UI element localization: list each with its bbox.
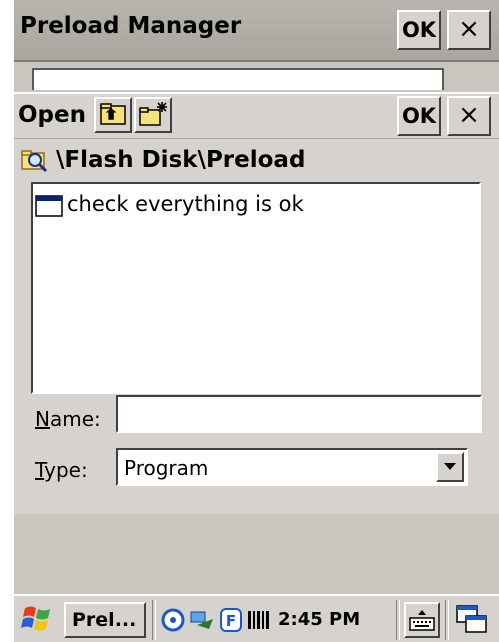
dialog-title: Open — [18, 102, 86, 128]
name-input[interactable] — [116, 395, 482, 433]
file-list[interactable]: check everything is ok — [31, 182, 481, 394]
connection-icon[interactable] — [189, 607, 215, 633]
outer-partial-field — [32, 68, 444, 90]
network-status-icon[interactable] — [160, 607, 186, 633]
dialog-title-bar: Open OK × — [14, 94, 499, 139]
start-windows-flag-icon[interactable] — [20, 602, 56, 636]
device-screen: Preload Manager OK × Open OK × \Flash Di… — [14, 0, 499, 642]
dialog-close-button[interactable]: × — [447, 96, 491, 136]
taskbar: Prel... F 2:45 PM — [14, 594, 499, 642]
type-select[interactable]: Program — [116, 448, 468, 486]
folder-search-icon — [21, 150, 48, 173]
outer-window-title: Preload Manager — [20, 13, 242, 39]
outer-title-bar: Preload Manager OK × — [14, 0, 499, 62]
file-icon — [35, 195, 63, 217]
taskbar-divider — [152, 600, 156, 640]
clock[interactable]: 2:45 PM — [278, 609, 360, 630]
up-folder-icon — [100, 103, 126, 125]
outer-ok-button[interactable]: OK — [397, 10, 441, 50]
new-folder-button[interactable] — [134, 97, 172, 133]
svg-text:F: F — [226, 612, 236, 630]
new-folder-icon — [139, 102, 167, 126]
path-text: \Flash Disk\Preload — [56, 147, 306, 173]
type-dropdown-button[interactable] — [436, 452, 464, 482]
type-value: Program — [124, 456, 209, 480]
chevron-down-icon — [444, 463, 456, 470]
barcode-scanner-icon[interactable] — [247, 609, 271, 631]
type-label: Type: — [35, 458, 88, 482]
taskbar-divider — [396, 600, 400, 640]
dialog-ok-button[interactable]: OK — [397, 96, 441, 136]
up-folder-button[interactable] — [94, 97, 132, 133]
file-name: check everything is ok — [67, 192, 304, 216]
outer-close-button[interactable]: × — [447, 10, 491, 50]
input-panel-button[interactable] — [404, 602, 440, 638]
function-key-icon[interactable]: F — [220, 608, 242, 632]
task-button-preload[interactable]: Prel... — [64, 602, 146, 638]
taskbar-divider — [445, 600, 449, 640]
open-dialog: Open OK × \Flash Disk\Preload check ever… — [14, 92, 499, 514]
desktop-windows-icon[interactable] — [454, 603, 490, 637]
name-label: Name: — [35, 407, 101, 431]
keyboard-icon — [409, 610, 435, 631]
